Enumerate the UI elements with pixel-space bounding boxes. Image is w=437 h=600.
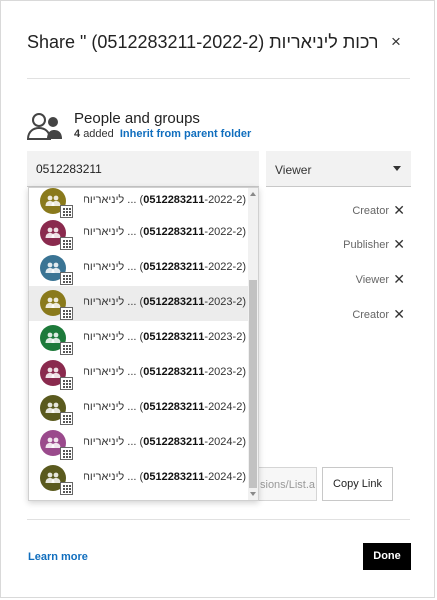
suggestion-item[interactable]: (0512283211-2024-2) ... ליניאריות (2 xyxy=(29,391,248,426)
permission-role[interactable]: Viewer xyxy=(356,274,389,286)
scrollbar-thumb[interactable] xyxy=(249,280,257,488)
scroll-down-icon[interactable] xyxy=(250,492,256,496)
permission-row: Viewer ✕ xyxy=(301,271,409,288)
permission-role[interactable]: Creator xyxy=(352,205,389,217)
inherit-link[interactable]: Inherit from parent folder xyxy=(120,128,251,140)
suggestion-label: (0512283211-2024-2) ... ליניאריות (2 xyxy=(84,436,246,448)
remove-icon[interactable]: ✕ xyxy=(393,236,405,253)
group-icon xyxy=(45,472,61,483)
group-icon xyxy=(45,367,61,378)
building-icon xyxy=(60,342,73,355)
permission-row: Publisher ✕ xyxy=(301,236,409,253)
scroll-up-icon[interactable] xyxy=(250,192,256,196)
group-icon xyxy=(45,437,61,448)
group-icon xyxy=(45,332,61,343)
suggestion-label: (0512283211-2024-2) ... ליניאריות (2 xyxy=(84,401,246,413)
suggestion-item[interactable]: (0512283211-2022-2) ... ליניאריות (2 xyxy=(29,251,248,286)
suggestion-item[interactable]: (0512283211-2023-2) ... ליניאריות (2 xyxy=(29,356,248,391)
divider xyxy=(27,519,410,520)
suggestion-item[interactable]: (0512283211-2023-2) ... ליניאריות (2 xyxy=(29,321,248,356)
added-count: 4 xyxy=(74,128,81,140)
role-selected: Viewer xyxy=(275,163,312,177)
learn-more-link[interactable]: Learn more xyxy=(28,551,88,563)
suggestion-label: (0512283211-2022-2) ... ליניאריות (2 xyxy=(84,261,246,273)
group-icon xyxy=(45,227,61,238)
share-link-text: sions/List.a xyxy=(260,479,316,491)
group-icon xyxy=(45,195,61,206)
suggestion-label: (0512283211-2024-2) ... ליניאריות (2 xyxy=(84,471,246,483)
remove-icon[interactable]: ✕ xyxy=(393,306,405,323)
building-icon xyxy=(60,307,73,320)
close-icon[interactable]: × xyxy=(391,32,401,52)
building-icon xyxy=(60,237,73,250)
suggestion-item[interactable]: (0512283211-2022-2) ... ליניאריות (2 xyxy=(29,188,248,219)
building-icon xyxy=(60,272,73,285)
added-label: added xyxy=(83,128,114,140)
suggestion-label: (0512283211-2023-2) ... ליניאריות (2 xyxy=(84,296,246,308)
people-icon xyxy=(26,113,62,140)
remove-icon[interactable]: ✕ xyxy=(393,271,405,288)
divider xyxy=(27,78,410,79)
building-icon xyxy=(60,412,73,425)
group-icon xyxy=(45,262,61,273)
suggestion-item[interactable]: (0512283211-2024-2) ... ליניאריות (2 xyxy=(29,461,248,496)
dialog-title: Share " (0512283211-2022-2) רכות ליניארי… xyxy=(27,32,377,52)
group-icon xyxy=(45,297,61,308)
scrollbar[interactable] xyxy=(248,188,258,500)
permission-role[interactable]: Creator xyxy=(352,309,389,321)
role-dropdown[interactable]: Viewer xyxy=(266,151,411,187)
remove-icon[interactable]: ✕ xyxy=(393,202,405,219)
permission-role[interactable]: Publisher xyxy=(343,239,389,251)
share-link-field[interactable]: sions/List.a xyxy=(255,467,317,501)
share-dialog: Share " (0512283211-2022-2) רכות ליניארי… xyxy=(0,0,435,598)
building-icon xyxy=(60,482,73,495)
chevron-down-icon xyxy=(393,166,401,171)
added-summary: 4 added Inherit from parent folder xyxy=(74,128,251,140)
building-icon xyxy=(60,447,73,460)
suggestion-label: (0512283211-2023-2) ... ליניאריות (2 xyxy=(84,366,246,378)
permission-row: Creator ✕ xyxy=(301,306,409,323)
suggestion-label: (0512283211-2022-2) ... ליניאריות (2 xyxy=(84,226,246,238)
suggestion-item[interactable]: (0512283211-2023-2) ... ליניאריות (2 xyxy=(29,286,248,321)
suggestion-item[interactable]: (0512283211-2024-2) ... ליניאריות (2 xyxy=(29,426,248,461)
suggestions-dropdown: (0512283211-2022-2) ... ליניאריות (2 (051… xyxy=(28,187,259,501)
suggestion-label: (0512283211-2023-2) ... ליניאריות (2 xyxy=(84,331,246,343)
done-button[interactable]: Done xyxy=(363,543,411,570)
permission-row: Creator ✕ xyxy=(301,202,409,219)
suggestion-item[interactable]: (0512283211-2022-2) ... ליניאריות (2 xyxy=(29,216,248,251)
group-icon xyxy=(45,402,61,413)
people-groups-title: People and groups xyxy=(74,110,200,127)
search-input[interactable] xyxy=(27,151,259,187)
building-icon xyxy=(60,377,73,390)
copy-link-button[interactable]: Copy Link xyxy=(322,467,393,501)
suggestion-label: (0512283211-2022-2) ... ליניאריות (2 xyxy=(84,194,246,206)
